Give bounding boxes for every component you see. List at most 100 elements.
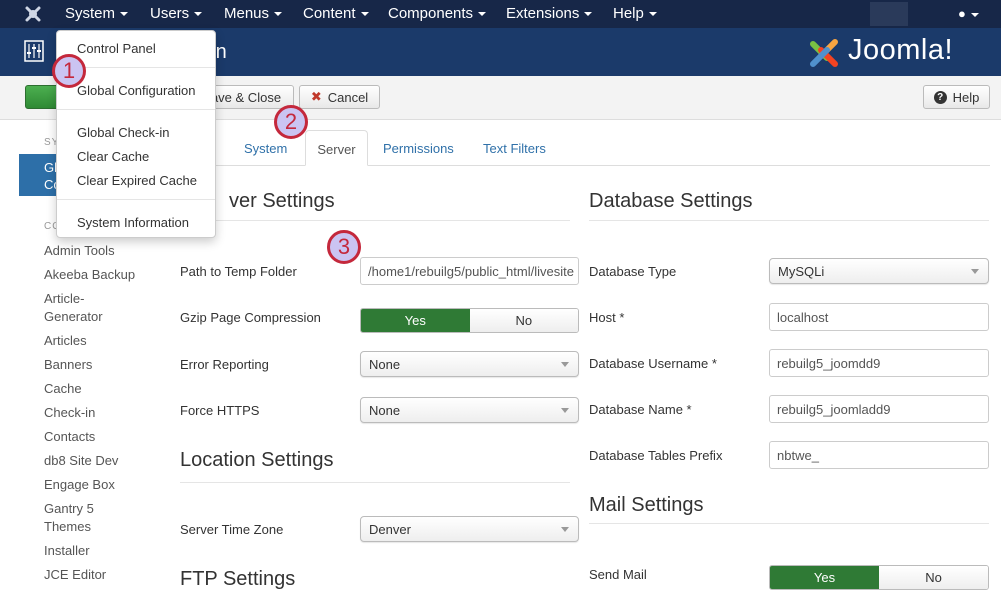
sidebar-item[interactable]: Check-in xyxy=(44,404,154,422)
nav-system-label: System xyxy=(65,5,116,22)
divider xyxy=(589,523,989,524)
tab-server[interactable]: Server xyxy=(305,130,368,166)
sidebar-item[interactable]: Gantry 5 Themes xyxy=(44,500,109,536)
sidebar-item[interactable]: Akeeba Backup xyxy=(44,266,154,284)
caret-down-icon xyxy=(970,12,979,17)
divider xyxy=(180,220,570,221)
joomla-logo-icon xyxy=(810,39,838,67)
caret-down-icon xyxy=(274,12,283,17)
sidebar-item[interactable]: Admin Tools xyxy=(44,242,154,260)
menu-item-global-check-in[interactable]: Global Check-in xyxy=(77,125,170,140)
nav-help-label: Help xyxy=(613,5,644,22)
sidebar-item[interactable]: Installer xyxy=(44,542,154,560)
nav-components[interactable]: Components xyxy=(388,5,487,22)
db-username-input[interactable]: rebuilg5_joomdd9 xyxy=(769,349,989,377)
gzip-yes[interactable]: Yes xyxy=(361,309,470,332)
menu-item-global-configuration[interactable]: Global Configuration xyxy=(77,83,196,98)
menu-item-control-panel[interactable]: Control Panel xyxy=(77,41,156,56)
nav-users[interactable]: Users xyxy=(150,5,203,22)
cancel-button[interactable]: ✖ Cancel xyxy=(299,85,380,109)
db-name-input[interactable]: rebuilg5_joomladd9 xyxy=(769,395,989,423)
menu-item-system-information[interactable]: System Information xyxy=(77,215,189,230)
tabs-border xyxy=(180,165,990,166)
menu-item-clear-cache[interactable]: Clear Cache xyxy=(77,149,149,164)
user-menu[interactable]: ● xyxy=(958,6,979,21)
db-prefix-label: Database Tables Prefix xyxy=(589,448,723,463)
help-label: Help xyxy=(952,89,980,105)
annotation-1: 1 xyxy=(52,54,86,88)
caret-down-icon xyxy=(360,12,369,17)
user-icon: ● xyxy=(958,6,966,21)
force-https-select[interactable]: None xyxy=(360,397,579,423)
gzip-label: Gzip Page Compression xyxy=(180,310,321,325)
timezone-select[interactable]: Denver xyxy=(360,516,579,542)
location-settings-heading: Location Settings xyxy=(180,449,334,471)
sidebar-item[interactable]: Cache xyxy=(44,380,154,398)
caret-down-icon xyxy=(120,12,129,17)
save-close-label: ave & Close xyxy=(210,89,282,105)
caret-down-icon xyxy=(478,12,487,17)
joomla-logo-text: Joomla! xyxy=(848,34,954,66)
nav-menus[interactable]: Menus xyxy=(224,5,283,22)
sidebar-item[interactable]: Article-Generator xyxy=(44,290,114,326)
help-button[interactable]: ? Help xyxy=(923,85,990,109)
nav-extensions-label: Extensions xyxy=(506,5,580,22)
caret-down-icon xyxy=(194,12,203,17)
divider xyxy=(589,220,989,221)
ftp-settings-heading: FTP Settings xyxy=(180,568,296,590)
db-username-label: Database Username * xyxy=(589,356,717,371)
nav-users-label: Users xyxy=(150,5,190,22)
question-icon: ? xyxy=(933,90,947,104)
host-input[interactable]: localhost xyxy=(769,303,989,331)
nav-extensions[interactable]: Extensions xyxy=(506,5,593,22)
sidebar-item[interactable]: JCE Editor xyxy=(44,566,154,584)
db-prefix-input[interactable]: nbtwe_ xyxy=(769,441,989,469)
temp-path-label: Path to Temp Folder xyxy=(180,264,297,279)
menu-divider xyxy=(57,199,215,200)
mail-settings-heading: Mail Settings xyxy=(589,494,704,516)
error-reporting-select[interactable]: None xyxy=(360,351,579,377)
annotation-3: 3 xyxy=(327,230,361,264)
sidebar-item[interactable]: db8 Site Dev xyxy=(44,452,154,470)
database-settings-heading: Database Settings xyxy=(589,190,753,212)
gzip-toggle[interactable]: Yes No xyxy=(360,308,579,333)
nav-content-label: Content xyxy=(303,5,356,22)
send-mail-yes[interactable]: Yes xyxy=(770,566,879,589)
db-type-select[interactable]: MySQLi xyxy=(769,258,989,284)
server-settings-heading: ver Settings xyxy=(229,190,335,212)
menu-divider xyxy=(57,109,215,110)
nav-help[interactable]: Help xyxy=(613,5,657,22)
caret-down-icon xyxy=(648,12,657,17)
db-type-label: Database Type xyxy=(589,264,677,279)
host-label: Host * xyxy=(589,310,625,325)
gzip-no[interactable]: No xyxy=(469,309,578,332)
annotation-2: 2 xyxy=(274,105,308,139)
cancel-label: Cancel xyxy=(327,89,369,105)
sidebar-item[interactable]: Engage Box xyxy=(44,476,154,494)
sidebar-item[interactable]: Contacts xyxy=(44,428,154,446)
tab-text-filters[interactable]: Text Filters xyxy=(483,130,546,166)
joomla-icon[interactable] xyxy=(24,5,42,23)
cancel-icon: ✖ xyxy=(310,89,322,104)
db-name-label: Database Name * xyxy=(589,402,692,417)
send-mail-label: Send Mail xyxy=(589,567,647,582)
nav-menus-label: Menus xyxy=(224,5,270,22)
nav-system[interactable]: System xyxy=(65,5,129,22)
nav-components-label: Components xyxy=(388,5,474,22)
nav-content[interactable]: Content xyxy=(303,5,369,22)
blurred-area xyxy=(870,2,908,26)
sidebar-item[interactable]: Articles xyxy=(44,332,154,350)
menu-item-clear-expired-cache[interactable]: Clear Expired Cache xyxy=(77,173,197,188)
top-navbar: System Users Menus Content Components Ex… xyxy=(0,0,1001,28)
timezone-label: Server Time Zone xyxy=(180,522,284,537)
error-reporting-label: Error Reporting xyxy=(180,357,269,372)
force-https-label: Force HTTPS xyxy=(180,403,260,418)
send-mail-toggle[interactable]: Yes No xyxy=(769,565,989,590)
caret-down-icon xyxy=(584,12,593,17)
sliders-icon xyxy=(24,40,44,62)
divider xyxy=(180,482,570,483)
send-mail-no[interactable]: No xyxy=(879,566,988,589)
temp-path-input[interactable]: /home1/rebuilg5/public_html/livesite xyxy=(360,257,579,285)
sidebar-item[interactable]: Banners xyxy=(44,356,154,374)
tab-permissions[interactable]: Permissions xyxy=(383,130,454,166)
